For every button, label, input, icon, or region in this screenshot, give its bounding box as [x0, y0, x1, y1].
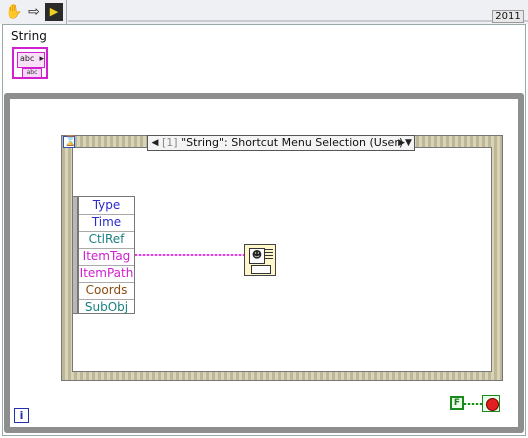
event-case-name: "String": Shortcut Menu Selection (User) — [181, 136, 404, 149]
event-case-area — [72, 147, 492, 372]
event-case-label: [1] "String": Shortcut Menu Selection (U… — [162, 137, 403, 149]
one-button-dialog-icon[interactable]: ☻ — [244, 244, 276, 276]
event-field-subobj[interactable]: SubObj — [79, 299, 134, 316]
iteration-terminal-icon[interactable]: i — [14, 408, 29, 423]
event-field-type[interactable]: Type — [79, 197, 134, 215]
string-terminal-type: abc — [22, 68, 42, 78]
event-data-node[interactable]: Type Time CtlRef ItemTag ItemPath Coords… — [78, 196, 135, 314]
toolbar-edge — [68, 20, 528, 22]
dialog-button-icon — [251, 265, 271, 274]
event-field-ctlref[interactable]: CtlRef — [79, 231, 134, 249]
dialog-screen-icon: ☻ — [249, 248, 265, 264]
string-control-terminal[interactable]: abc ▸ abc — [12, 47, 48, 79]
stop-icon — [486, 398, 499, 411]
version-badge: 2011 — [492, 10, 524, 23]
timeout-icon[interactable]: ⌛ — [63, 136, 76, 148]
event-field-coords[interactable]: Coords — [79, 282, 134, 300]
event-case-index: [1] — [162, 136, 178, 149]
false-constant[interactable]: F — [450, 396, 464, 410]
dialog-text-lines-icon — [265, 249, 273, 261]
toolbar-separator — [66, 0, 67, 24]
event-field-time[interactable]: Time — [79, 214, 134, 232]
terminal-arrow-icon: ▸ — [39, 54, 44, 64]
string-control-label: String — [11, 29, 47, 43]
selector-dropdown-icon[interactable]: ▶▼ — [396, 136, 414, 150]
event-field-itemtag[interactable]: ItemTag — [79, 248, 134, 266]
run-arrow-icon[interactable]: ⇨ — [25, 3, 43, 21]
string-wire[interactable] — [135, 254, 245, 256]
stop-condition-terminal[interactable] — [482, 395, 500, 412]
boolean-wire[interactable] — [464, 403, 482, 405]
hand-tool-icon[interactable]: ✋ — [5, 3, 23, 21]
selector-left-icon[interactable]: ◀ — [150, 136, 160, 150]
event-field-itempath[interactable]: ItemPath — [79, 265, 134, 283]
run-continuously-icon[interactable]: ▶ — [45, 3, 63, 21]
